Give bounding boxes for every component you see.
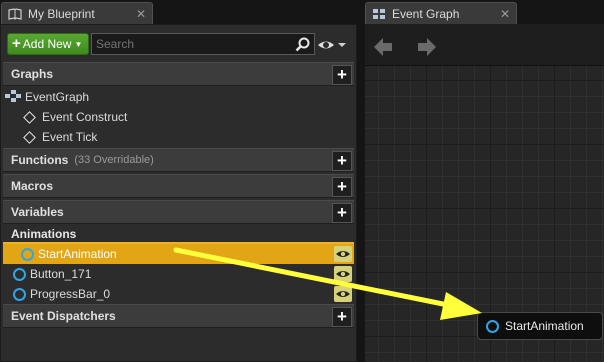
add-event-dispatcher-button[interactable]: + bbox=[332, 307, 352, 327]
section-title: Graphs bbox=[11, 67, 54, 81]
chevron-down-icon: ▼ bbox=[74, 39, 83, 49]
node-label: StartAnimation bbox=[505, 319, 584, 333]
variable-label: Button_171 bbox=[30, 267, 92, 281]
add-new-label: Add New bbox=[22, 37, 72, 51]
add-new-button[interactable]: + Add New ▼ bbox=[7, 33, 89, 55]
tab-title: My Blueprint bbox=[28, 6, 95, 21]
graph-node-startanimation[interactable]: StartAnimation bbox=[477, 312, 603, 340]
variable-item-button[interactable]: Button_171 bbox=[3, 264, 354, 284]
eye-icon[interactable] bbox=[316, 37, 352, 53]
variable-item-progressbar[interactable]: ProgressBar_0 bbox=[3, 284, 354, 304]
graph-item-event-tick[interactable]: Event Tick bbox=[3, 127, 354, 147]
variable-pin-icon bbox=[486, 319, 499, 333]
event-icon bbox=[23, 130, 36, 144]
section-graphs[interactable]: Graphs + bbox=[3, 62, 354, 86]
arrow-left-icon[interactable] bbox=[372, 36, 394, 58]
variable-pin-icon bbox=[21, 247, 34, 261]
panel-splitter[interactable] bbox=[357, 0, 365, 362]
graph-icon bbox=[372, 8, 386, 20]
variable-label: ProgressBar_0 bbox=[30, 287, 111, 301]
section-event-dispatchers[interactable]: Event Dispatchers + bbox=[3, 304, 354, 328]
graph-icon bbox=[5, 89, 21, 105]
variable-pin-icon bbox=[13, 267, 26, 281]
tab-my-blueprint[interactable]: My Blueprint ✕ bbox=[1, 2, 153, 24]
book-icon bbox=[8, 7, 22, 20]
graph-item-event-construct[interactable]: Event Construct bbox=[3, 107, 354, 127]
event-label: Event Tick bbox=[42, 130, 98, 144]
variable-pin-icon bbox=[13, 287, 26, 301]
add-function-button[interactable]: + bbox=[332, 151, 352, 171]
section-title: Variables bbox=[11, 205, 64, 219]
search-input[interactable] bbox=[91, 33, 315, 55]
close-icon[interactable]: ✕ bbox=[500, 7, 510, 21]
section-title: Functions bbox=[11, 153, 69, 167]
close-icon[interactable]: ✕ bbox=[136, 7, 146, 21]
arrow-right-icon[interactable] bbox=[416, 36, 438, 58]
eye-icon[interactable] bbox=[334, 286, 352, 302]
section-functions[interactable]: Functions (33 Overridable) + bbox=[3, 148, 354, 172]
event-label: Event Construct bbox=[42, 110, 128, 124]
event-icon bbox=[23, 110, 36, 124]
section-macros[interactable]: Macros + bbox=[3, 174, 354, 198]
search-icon[interactable] bbox=[295, 37, 311, 53]
eye-icon[interactable] bbox=[334, 246, 352, 262]
tab-event-graph[interactable]: Event Graph ✕ bbox=[365, 2, 517, 24]
plus-icon: + bbox=[12, 35, 21, 52]
variable-label: StartAnimation bbox=[38, 247, 117, 261]
section-subtitle: (33 Overridable) bbox=[74, 154, 154, 166]
variable-item-startanimation[interactable]: StartAnimation bbox=[3, 244, 354, 264]
variable-category[interactable]: Animations bbox=[3, 224, 354, 244]
section-variables[interactable]: Variables + bbox=[3, 200, 354, 224]
add-graph-button[interactable]: + bbox=[332, 65, 352, 85]
blueprint-toolbar: + Add New ▼ bbox=[3, 29, 354, 55]
tab-title: Event Graph bbox=[392, 6, 460, 21]
add-variable-button[interactable]: + bbox=[332, 203, 352, 223]
category-label: Animations bbox=[11, 227, 77, 241]
eye-icon[interactable] bbox=[334, 266, 352, 282]
graph-toolbar bbox=[365, 24, 604, 66]
section-title: Macros bbox=[11, 179, 54, 193]
graph-label: EventGraph bbox=[25, 90, 90, 104]
section-title: Event Dispatchers bbox=[11, 309, 116, 323]
add-macro-button[interactable]: + bbox=[332, 177, 352, 197]
graph-item-eventgraph[interactable]: EventGraph bbox=[3, 87, 354, 107]
my-blueprint-panel: + Add New ▼ Graphs + EventGraph Event Co… bbox=[0, 24, 357, 362]
